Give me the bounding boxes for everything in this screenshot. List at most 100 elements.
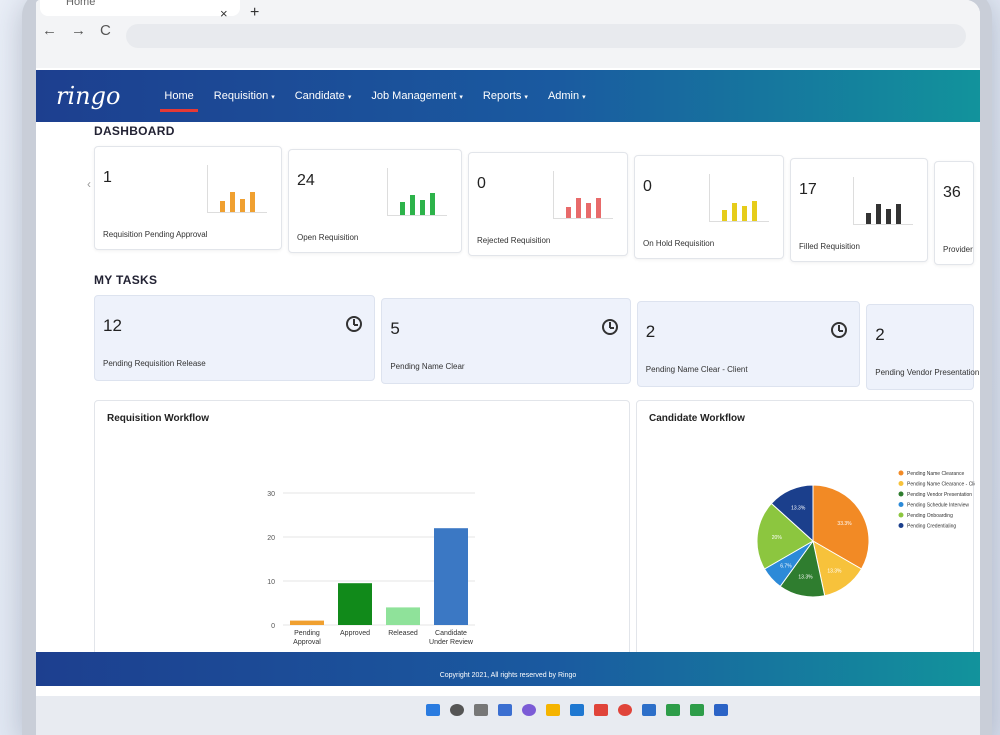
x-tick-label: Candidate Under Review xyxy=(429,630,474,646)
card-label: Filled Requisition xyxy=(799,242,860,251)
search-icon[interactable] xyxy=(450,704,464,716)
excel-icon[interactable] xyxy=(666,704,680,716)
nav-item-home[interactable]: Home xyxy=(160,90,199,112)
legend-marker xyxy=(898,470,904,476)
task-card[interactable]: 5 Pending Name Clear xyxy=(381,298,631,384)
legend-marker xyxy=(898,481,904,486)
bar[interactable] xyxy=(338,583,372,625)
main-content: DASHBOARD ‹ 1 Requisition Pending Approval… xyxy=(87,124,980,658)
task-value: 5 xyxy=(390,319,400,338)
office-icon[interactable] xyxy=(594,704,608,716)
mini-bar xyxy=(752,201,757,221)
task-card[interactable]: 2 Pending Vendor Presentation xyxy=(866,304,979,390)
address-bar[interactable] xyxy=(126,24,966,48)
ringo-logo[interactable]: ringo xyxy=(56,82,120,110)
dashboard-card[interactable]: 17 Filled Requisition xyxy=(790,158,928,262)
word-icon[interactable] xyxy=(714,704,728,716)
app-header: ringo Home Requisition ▾ Candidate ▾ Job Mana… xyxy=(36,70,980,122)
browser-tab[interactable]: Home xyxy=(40,0,240,16)
taskbar-icons xyxy=(426,704,728,716)
reload-icon[interactable]: C xyxy=(100,22,111,39)
candidate-workflow-panel: Candidate Workflow 33.3% 13.3% 13.3% 6.7% 20… xyxy=(636,400,980,658)
requisition-workflow-panel: Requisition Workflow 0 10 20 30 Pending Appro… xyxy=(94,400,630,658)
y-tick-label: 30 xyxy=(267,491,275,498)
legend-label[interactable]: Pending Name Clearance - Client xyxy=(907,482,980,488)
task-label: Pending Requisition Release xyxy=(103,359,206,368)
windows-start-icon[interactable] xyxy=(426,704,440,716)
nav-item-admin[interactable]: Admin ▾ xyxy=(548,90,586,102)
x-tick-label: Released xyxy=(388,630,418,637)
edge-browser-icon[interactable] xyxy=(570,704,584,716)
legend-label[interactable]: Pending Schedule Interview xyxy=(907,503,969,509)
x-tick-label: Pending Approval xyxy=(293,630,321,646)
chevron-down-icon: ▾ xyxy=(524,94,528,101)
nav-item-label: Candidate xyxy=(294,90,345,102)
mini-bar xyxy=(230,192,235,212)
mini-bar xyxy=(250,192,255,212)
card-label: Provider xyxy=(943,245,973,254)
clock-icon xyxy=(601,319,618,335)
slice-label: 20% xyxy=(772,535,783,541)
slice-label: 33.3% xyxy=(837,521,852,527)
mini-bar xyxy=(430,193,435,215)
task-view-icon[interactable] xyxy=(474,704,488,716)
mini-bar xyxy=(420,200,425,215)
dashboard-card[interactable]: ‹ 1 Requisition Pending Approval xyxy=(87,146,282,250)
back-arrow-icon[interactable]: ← xyxy=(42,22,57,39)
chat-icon[interactable] xyxy=(522,704,536,716)
task-label: Pending Vendor Presentation xyxy=(875,368,980,377)
slice-label: 6.7% xyxy=(780,563,792,569)
browser-nav-buttons: ← → C xyxy=(42,22,111,39)
legend-marker xyxy=(898,502,904,507)
requisition-bar-chart: 0 10 20 30 Pending Approval Approved Released Ca… xyxy=(267,491,475,646)
nav-item-label: Job Management xyxy=(371,90,457,102)
dashboard-card[interactable]: 0 Rejected Requisition xyxy=(468,152,628,256)
task-value: 2 xyxy=(645,322,656,341)
close-icon[interactable]: × xyxy=(220,6,228,21)
task-card[interactable]: 2 Pending Name Clear - Client xyxy=(636,301,861,387)
x-tick-label: Approved xyxy=(340,630,370,637)
mini-bar-chart-icon xyxy=(853,177,913,225)
mini-bar xyxy=(220,201,225,212)
mini-bar-chart-icon xyxy=(387,168,447,216)
dashboard-card[interactable]: 36 Provider xyxy=(934,161,974,265)
copyright-text: Copyright 2021, All rights reserved by R… xyxy=(439,672,577,679)
store-icon[interactable] xyxy=(642,704,656,716)
mini-bar xyxy=(732,203,737,221)
nav-item-requisition[interactable]: Requisition ▾ xyxy=(214,90,275,102)
nav-item-job-management[interactable]: Job Management ▾ xyxy=(371,90,463,102)
nav-item-candidate[interactable]: Candidate ▾ xyxy=(295,90,352,102)
sheets-icon[interactable] xyxy=(690,704,704,716)
chevron-down-icon: ▾ xyxy=(271,94,275,101)
bar[interactable] xyxy=(386,607,420,625)
legend-marker xyxy=(898,491,904,497)
nav-item-label: Reports xyxy=(482,90,522,102)
bar[interactable] xyxy=(434,528,468,625)
y-tick-label: 10 xyxy=(267,579,275,586)
dashboard-card[interactable]: 0 On Hold Requisition xyxy=(634,155,784,259)
mini-bar xyxy=(896,204,901,224)
legend-label[interactable]: Pending Name Clearance xyxy=(907,471,964,477)
task-value: 2 xyxy=(875,325,885,344)
dashboard-card[interactable]: 24 Open Requisition xyxy=(288,149,462,253)
bar[interactable] xyxy=(290,620,324,625)
slice-label: 13.3% xyxy=(798,575,813,581)
chrome-icon[interactable] xyxy=(618,704,632,716)
candidate-pie-chart: 33.3% 13.3% 13.3% 6.7% 20% 13.3% Pending Name … xyxy=(756,470,980,598)
legend-label[interactable]: Pending Credentialing xyxy=(907,524,956,530)
widgets-icon[interactable] xyxy=(498,704,512,716)
new-tab-button[interactable]: + xyxy=(250,4,259,22)
file-explorer-icon[interactable] xyxy=(546,704,560,716)
chevron-left-icon[interactable]: ‹ xyxy=(87,177,91,191)
tab-title: Home xyxy=(66,0,96,8)
legend-label[interactable]: Pending Onboarding xyxy=(907,513,953,519)
dashboard-cards: ‹ 1 Requisition Pending Approval 24 Open Req… xyxy=(87,146,974,265)
dashboard-title: DASHBOARD xyxy=(94,124,175,138)
mini-bar xyxy=(566,207,571,218)
nav-item-reports[interactable]: Reports ▾ xyxy=(483,90,528,102)
forward-arrow-icon[interactable]: → xyxy=(71,22,86,39)
card-value: 36 xyxy=(943,184,961,201)
task-card[interactable]: 12 Pending Requisition Release xyxy=(94,295,376,381)
mini-bar-chart-icon xyxy=(709,174,769,222)
legend-label[interactable]: Pending Vendor Presentation xyxy=(907,492,972,498)
